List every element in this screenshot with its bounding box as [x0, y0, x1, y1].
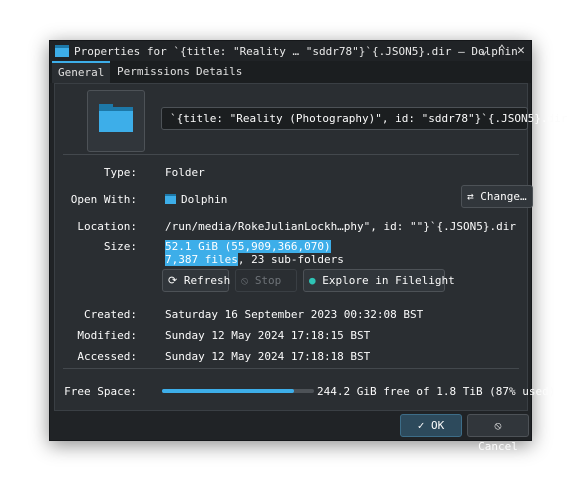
close-button[interactable]: ✕: [517, 43, 525, 58]
cancel-button[interactable]: ⦸ Cancel: [467, 414, 529, 453]
location-value: /run/media/RokeJulianLockh…phy", id: ""}…: [165, 220, 516, 233]
open-with-value: Dolphin: [181, 193, 228, 206]
location-label: Location:: [77, 220, 137, 233]
folder-icon: [99, 104, 133, 132]
file-count: 7,387 files: [165, 253, 238, 266]
filelight-icon: ●: [309, 274, 316, 287]
refresh-label: Refresh: [183, 274, 231, 287]
tab-bar: General Permissions Details: [50, 61, 531, 83]
free-space-label: Free Space:: [64, 385, 137, 398]
divider: [63, 368, 519, 369]
settings-icon: ⇄: [467, 190, 474, 203]
accessed-value: Sunday 12 May 2024 17:18:18 BST: [165, 350, 371, 363]
modified-value: Sunday 12 May 2024 17:18:15 BST: [165, 329, 371, 342]
general-panel: `{title: "Reality (Photography)", id: "s…: [54, 83, 567, 411]
created-value: Saturday 16 September 2023 00:32:08 BST: [165, 308, 424, 321]
stop-icon: ⦸: [241, 274, 249, 287]
refresh-button[interactable]: ⟳ Refresh: [162, 269, 231, 292]
change-label: Change…: [480, 190, 527, 203]
stop-label: Stop: [254, 274, 282, 287]
free-space-text: 244.2 GiB free of 1.8 TiB (87% used): [317, 385, 556, 398]
size-label: Size:: [103, 240, 137, 253]
size-value: 52.1 GiB (55,909,366,070): [165, 240, 331, 253]
created-label: Created:: [84, 308, 137, 321]
type-value: Folder: [165, 166, 205, 179]
open-with-label: Open With:: [70, 193, 137, 206]
cancel-icon: ⦸: [494, 419, 502, 432]
filelight-button[interactable]: ● Explore in Filelight: [303, 269, 455, 292]
window-title: Properties for `{title: "Reality … "sddr…: [74, 45, 518, 58]
folder-count: , 23 sub-folders: [237, 253, 344, 266]
folder-icon: [55, 45, 69, 57]
refresh-icon: ⟳: [168, 274, 178, 287]
tab-permissions[interactable]: Permissions: [111, 61, 196, 83]
check-icon: ✓: [417, 419, 425, 432]
tab-details[interactable]: Details: [190, 61, 248, 83]
free-space-fill: [162, 389, 295, 393]
minimize-button[interactable]: ⌄: [480, 43, 488, 58]
accessed-label: Accessed:: [77, 350, 137, 363]
change-button[interactable]: ⇄ Change…: [461, 185, 533, 208]
dolphin-icon: [165, 194, 176, 204]
maximize-button[interactable]: ⌃: [498, 43, 506, 58]
free-space-bar: [162, 389, 314, 393]
tab-general[interactable]: General: [52, 61, 111, 83]
ok-label: OK: [431, 419, 445, 432]
ok-button[interactable]: ✓ OK: [400, 414, 462, 437]
cancel-label: Cancel: [478, 440, 518, 453]
type-label: Type:: [103, 166, 137, 179]
properties-dialog: Properties for `{title: "Reality … "sddr…: [49, 40, 567, 453]
divider: [63, 154, 519, 155]
stop-button[interactable]: ⦸ Stop: [235, 269, 297, 292]
modified-label: Modified:: [77, 329, 137, 342]
filelight-label: Explore in Filelight: [322, 274, 455, 287]
name-input[interactable]: `{title: "Reality (Photography)", id: "s…: [161, 107, 567, 130]
icon-button[interactable]: [87, 90, 145, 152]
